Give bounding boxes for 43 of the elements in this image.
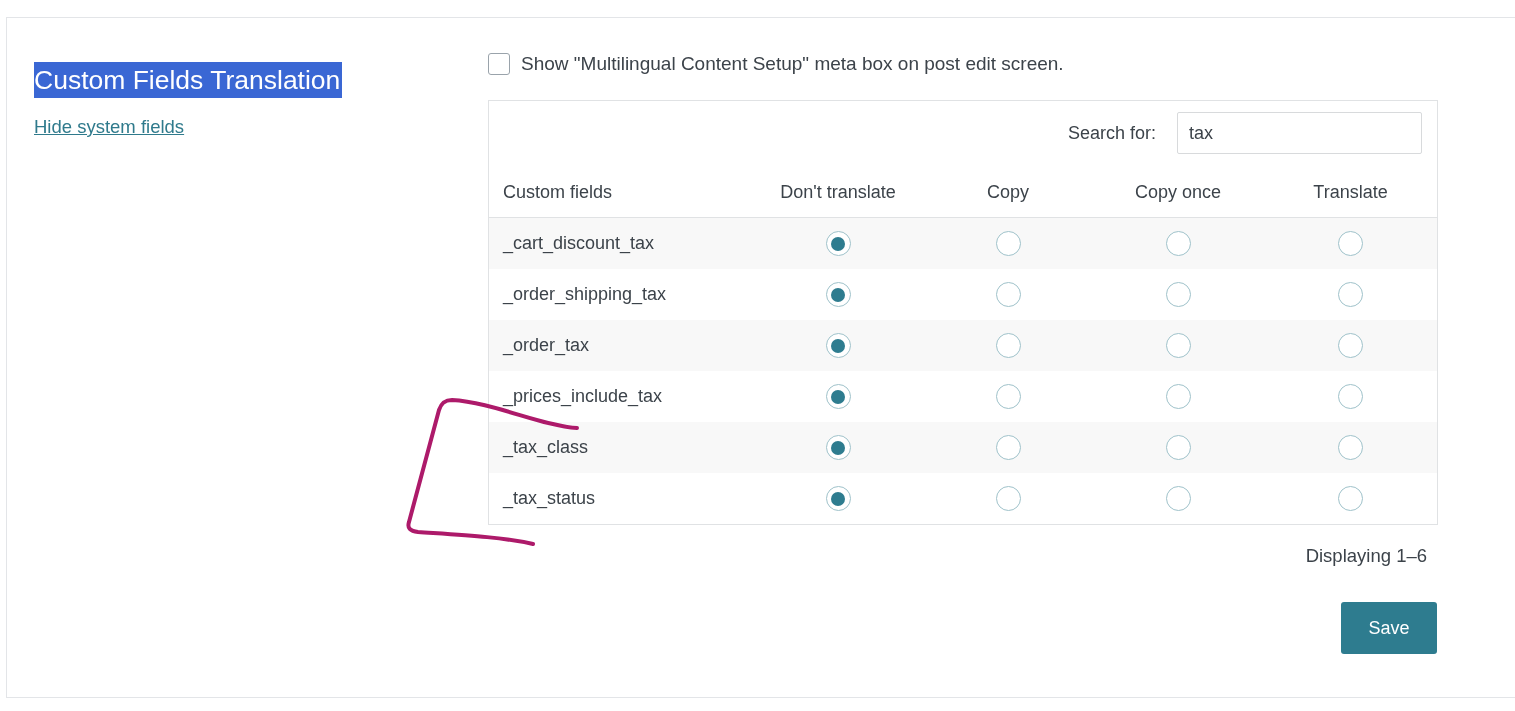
field-name-cell-text: _tax_status — [501, 488, 596, 509]
column-header: Don't translate — [780, 181, 896, 203]
column-header: Copy once — [1134, 181, 1222, 203]
column-header: Copy — [987, 181, 1029, 203]
section-title: Custom Fields Translation — [34, 62, 343, 98]
field-name-cell-text: _order_tax — [501, 335, 590, 356]
radio-button[interactable] — [1165, 231, 1191, 256]
radio-button[interactable] — [825, 435, 851, 460]
radio-button[interactable] — [995, 384, 1021, 409]
column-header: Custom fields — [502, 181, 613, 203]
radio-button[interactable] — [1165, 384, 1191, 409]
radio-button[interactable] — [1338, 384, 1363, 409]
field-name-cell-text: _cart_discount_tax — [501, 233, 655, 254]
radio-button[interactable] — [825, 282, 851, 307]
radio-button[interactable] — [1165, 282, 1191, 307]
search-label: Search for: — [1067, 122, 1156, 144]
checkbox[interactable] — [488, 53, 510, 75]
radio-button[interactable] — [1338, 435, 1363, 460]
checkbox-label: Show "Multilingual Content Setup" meta box on post edit screen. — [521, 53, 1064, 75]
radio-button[interactable] — [825, 486, 851, 511]
radio-button[interactable] — [995, 282, 1021, 307]
radio-button[interactable] — [1338, 231, 1363, 256]
hide-system-fields-link[interactable]: Hide system fields — [34, 115, 185, 139]
search-field[interactable]: tax — [1177, 112, 1422, 154]
field-name-cell-text: _order_shipping_tax — [501, 284, 667, 305]
radio-button[interactable] — [1165, 435, 1191, 460]
radio-button[interactable] — [825, 384, 851, 409]
radio-button[interactable] — [1338, 333, 1363, 358]
column-header: Translate — [1313, 181, 1388, 203]
radio-button[interactable] — [825, 333, 851, 358]
radio-button[interactable] — [1165, 333, 1191, 358]
field-name-cell-text: _tax_class — [501, 437, 589, 458]
field-name-cell-text: _prices_include_tax — [501, 386, 663, 407]
radio-button[interactable] — [995, 486, 1021, 511]
radio-button[interactable] — [995, 435, 1021, 460]
save-button[interactable]: Save — [1341, 602, 1437, 654]
radio-button[interactable] — [995, 231, 1021, 256]
radio-button[interactable] — [1338, 486, 1363, 511]
pagination-text: Displaying 1–6 — [1305, 544, 1427, 568]
radio-button[interactable] — [995, 333, 1021, 358]
radio-button[interactable] — [1338, 282, 1363, 307]
radio-button[interactable] — [825, 231, 851, 256]
radio-button[interactable] — [1165, 486, 1191, 511]
